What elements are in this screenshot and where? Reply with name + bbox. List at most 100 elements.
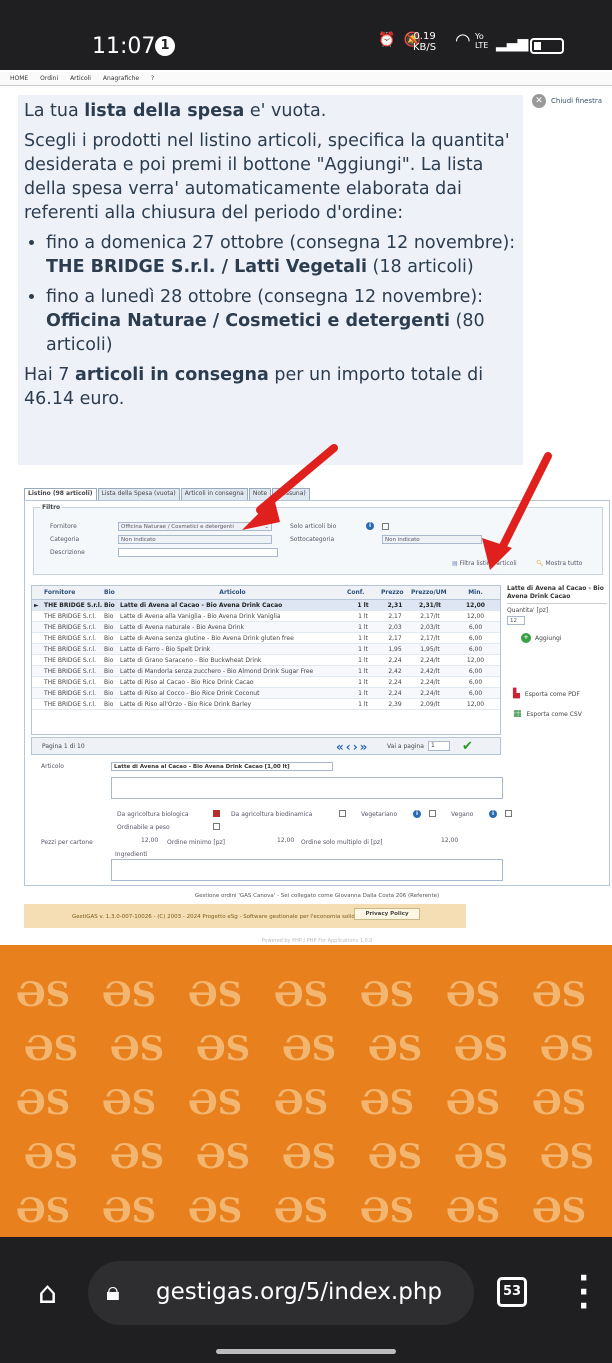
gas-logo-watermark: ƏS — [24, 1137, 79, 1177]
checkmark-icon[interactable]: ✔ — [462, 739, 473, 754]
cell-min: 6,00 — [468, 689, 483, 697]
cell-prezzo: 2,17 — [388, 634, 402, 642]
delivery-summary: Hai 7 articoli in consegna per un import… — [24, 363, 517, 411]
first-page-icon[interactable]: « — [336, 740, 346, 754]
pdf-icon: ▙ — [513, 689, 520, 699]
agri-bio-checkbox[interactable] — [213, 810, 220, 817]
cell-conf: 1 lt — [358, 700, 368, 708]
cell-fornitore: THE BRIDGE S.r.l. — [44, 678, 97, 686]
vegetariano-checkbox[interactable] — [429, 810, 436, 817]
battery-icon — [530, 38, 564, 54]
csv-icon: ▦ — [513, 709, 522, 719]
table-row[interactable]: THE BRIDGE S.r.l. Bio Latte di Grano Sarac… — [32, 655, 500, 666]
gas-logo-watermark: ƏS — [446, 975, 501, 1015]
cell-fornitore: THE BRIDGE S.r.l. — [44, 612, 97, 620]
gas-logo-watermark: ƏS — [110, 1137, 165, 1177]
notification-count-badge: 1 — [155, 36, 175, 56]
deadline-text: fino a lunedì 28 ottobre (consegna 12 no… — [46, 287, 484, 307]
home-icon[interactable]: ⌂ — [38, 1276, 57, 1311]
cell-fornitore: THE BRIDGE S.r.l. — [44, 634, 97, 642]
menu-help[interactable]: ? — [151, 75, 154, 82]
tab-lista-spesa[interactable]: Lista della Spesa (vuota) — [97, 488, 180, 500]
menu-articoli[interactable]: Articoli — [70, 75, 91, 82]
gas-logo-watermark: ƏS — [188, 1083, 243, 1123]
table-row[interactable]: THE BRIDGE S.r.l. Bio Latte di Riso al Cac… — [32, 677, 500, 688]
cell-prezzo-um: 2,24/lt — [420, 656, 440, 664]
col-bio[interactable]: Bio — [102, 586, 118, 599]
pezzi-label: Pezzi per cartone — [41, 839, 93, 846]
add-button[interactable]: + Aggiungi — [521, 633, 607, 643]
tab-listino[interactable]: Listino (98 articoli) — [24, 488, 97, 500]
gas-logo-watermark: ƏS — [368, 1029, 423, 1069]
table-row[interactable]: THE BRIDGE S.r.l. Bio Latte di Avena alla … — [32, 611, 500, 622]
info-icon[interactable]: i — [489, 810, 497, 818]
prev-page-icon[interactable]: ‹ — [346, 740, 353, 754]
export-pdf-label: Esporta come PDF — [524, 690, 580, 698]
sfuso-label: Ordinabile a peso — [117, 824, 170, 831]
privacy-policy-button[interactable]: Privacy Policy — [354, 908, 420, 920]
tab-switcher-button[interactable]: 53 — [497, 1277, 527, 1307]
gas-logo-watermark: ƏS — [102, 1083, 157, 1123]
agri-biodin-checkbox[interactable] — [339, 810, 346, 817]
cell-fornitore: THE BRIDGE S.r.l. — [44, 645, 97, 653]
qty-label: Quantita' [pz] — [507, 607, 549, 614]
cell-prezzo: 2,42 — [388, 667, 402, 675]
ingredients-area[interactable] — [111, 859, 503, 881]
cell-articolo: Latte di Avena alla Vaniglia - Bio Avena… — [120, 612, 281, 620]
more-menu-icon[interactable]: · · · — [578, 1264, 589, 1322]
table-row[interactable]: THE BRIDGE S.r.l. Bio Latte di Avena senza… — [32, 633, 500, 644]
order-deadlines-list: fino a domenica 27 ottobre (consegna 12 … — [46, 231, 517, 357]
orange-pattern-background: ƏS ƏS ƏS ƏS ƏS ƏS ƏS ƏS ƏS ƏS ƏS ƏS ƏS ƏS ƏS ƏS ƏS ƏS ƏS ƏS… — [0, 945, 612, 1237]
gas-logo-watermark: ƏS — [24, 1029, 79, 1069]
page-indicator: Pagina 1 di 10 — [42, 743, 85, 750]
vegano-checkbox[interactable] — [505, 810, 512, 817]
pager-nav: «‹›» — [336, 740, 369, 754]
annotation-arrows — [242, 444, 552, 570]
table-body: ► THE BRIDGE S.r.l. Bio Latte di Avena al C… — [32, 600, 500, 710]
pezzi-value: 12,00 — [141, 837, 159, 844]
goto-page-input[interactable]: 1 — [428, 741, 450, 751]
gas-logo-watermark: ƏS — [368, 1137, 423, 1177]
table-row[interactable]: THE BRIDGE S.r.l. Bio Latte di Riso all'Or… — [32, 699, 500, 710]
session-info: Gestione ordini 'GAS Canova' - Sei colle… — [194, 893, 440, 899]
gas-logo-watermark: ƏS — [454, 1137, 509, 1177]
export-pdf-button[interactable]: ▙ Esporta come PDF — [513, 689, 607, 699]
cell-prezzo-um: 2,24/lt — [420, 678, 440, 686]
cell-fornitore: THE BRIDGE S.r.l. — [44, 623, 97, 631]
shopping-list-info: La tua lista della spesa e' vuota. Scegl… — [18, 95, 523, 465]
next-page-icon[interactable]: › — [353, 740, 360, 754]
close-window-button[interactable]: ✕ Chiudi finestra — [532, 94, 602, 108]
cell-prezzo: 2,39 — [388, 700, 402, 708]
lock-icon: 🔒︎ — [106, 1277, 120, 1307]
col-fornitore[interactable]: Fornitore — [42, 586, 102, 599]
table-row[interactable]: ► THE BRIDGE S.r.l. Bio Latte di Avena al C… — [32, 600, 500, 611]
menu-home[interactable]: HOME — [10, 75, 28, 82]
description-label: Descrizione — [50, 549, 85, 556]
vegetariano-label: Vegetariano — [361, 811, 398, 818]
export-csv-button[interactable]: ▦ Esporta come CSV — [513, 709, 607, 719]
close-icon: ✕ — [532, 94, 546, 108]
menu-ordini[interactable]: Ordini — [40, 75, 58, 82]
articolo-notes-area[interactable] — [111, 777, 503, 799]
url-bar[interactable]: 🔒︎ gestigas.org/5/index.php — [88, 1261, 474, 1325]
gas-logo-watermark: ƏS — [196, 1029, 251, 1069]
table-row[interactable]: THE BRIDGE S.r.l. Bio Latte di Mandorla se… — [32, 666, 500, 677]
cell-articolo: Latte di Grano Saraceno - Bio Buckwheat … — [120, 656, 262, 664]
deadline-text: fino a domenica 27 ottobre (consegna 12 … — [46, 233, 516, 253]
info-icon[interactable]: i — [413, 810, 421, 818]
articolo-field[interactable]: Latte di Avena al Cacao - Bio Avena Drin… — [111, 762, 333, 771]
cell-fornitore: THE BRIDGE S.r.l. — [44, 656, 97, 664]
last-page-icon[interactable]: » — [360, 740, 370, 754]
sfuso-checkbox[interactable] — [213, 823, 220, 830]
table-row[interactable]: THE BRIDGE S.r.l. Bio Latte di Riso al Coc… — [32, 688, 500, 699]
cell-prezzo: 2,17 — [388, 612, 402, 620]
qty-input[interactable]: 12 — [507, 616, 525, 625]
menu-anagrafiche[interactable]: Anagrafiche — [103, 75, 139, 82]
table-row[interactable]: THE BRIDGE S.r.l. Bio Latte di Farro - Bio… — [32, 644, 500, 655]
table-row[interactable]: THE BRIDGE S.r.l. Bio Latte di Avena natur… — [32, 622, 500, 633]
network-speed: 0.19 KB/S — [413, 31, 436, 53]
export-csv-label: Esporta come CSV — [526, 710, 582, 718]
gas-logo-watermark: ƏS — [454, 1029, 509, 1069]
min-order-label: Ordine minimo [pz] — [167, 839, 226, 846]
gas-logo-watermark: ƏS — [16, 975, 71, 1015]
